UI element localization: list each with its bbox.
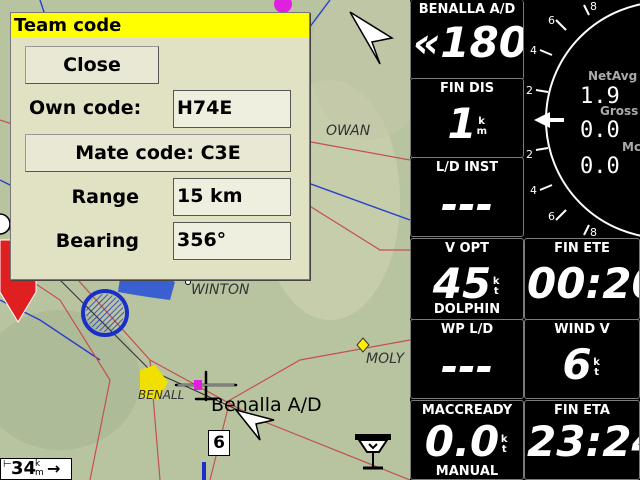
- infobox-v-opt-unit-bottom: t: [493, 285, 499, 297]
- vario-tick-4-top: 4: [530, 44, 537, 57]
- vario-tick-2-bottom: 2: [526, 148, 533, 161]
- infobox-fin-dis-unit: km: [476, 116, 488, 137]
- range-label: Range: [71, 186, 139, 208]
- scale-arrow-icon: →: [47, 459, 61, 478]
- infobox-wind-v[interactable]: WIND V 6kt: [524, 319, 640, 399]
- infobox-wp-ld-title: WP L/D: [440, 322, 494, 337]
- bearing-field: 356°: [173, 222, 291, 260]
- vario-tick-6-bottom: 6: [548, 210, 555, 223]
- dialog-title: Team code: [11, 13, 309, 38]
- vario-tick-2-top: 2: [526, 84, 533, 97]
- infobox-benalla-bearing[interactable]: BENALLA A/D «180°: [410, 0, 524, 80]
- infobox-panel: 6 4 2 2 4 6 8 8 NetAvg 1.9 Gross 0.0 Mc …: [410, 0, 640, 480]
- infobox-wind-v-value: 6: [562, 340, 592, 389]
- infobox-fin-eta-title: FIN ETA: [554, 403, 610, 418]
- infobox-fin-ete-title: FIN ETE: [554, 241, 610, 256]
- infobox-maccready-comment: MANUAL: [435, 464, 499, 479]
- infobox-v-opt-value: 45: [432, 259, 492, 308]
- infobox-wp-ld[interactable]: WP L/D ---: [410, 319, 524, 399]
- vario-gross-label: Gross: [600, 104, 639, 118]
- map-scale: ⊢ 34 k m →: [0, 458, 72, 480]
- infobox-maccready-value-wrap: 0.0 k t: [411, 421, 523, 463]
- infobox-fin-dis-title: FIN DIS: [439, 81, 495, 96]
- own-code-field[interactable]: H74E: [173, 90, 291, 128]
- close-button[interactable]: Close: [25, 46, 159, 84]
- infobox-fin-dis[interactable]: FIN DIS 1km: [410, 78, 524, 158]
- infobox-wind-v-title: WIND V: [554, 322, 610, 337]
- infobox-fin-ete[interactable]: FIN ETE 00:20: [524, 238, 640, 320]
- waypoint-label[interactable]: Benalla A/D: [211, 394, 322, 416]
- infobox-fin-dis-value: 1: [447, 99, 477, 148]
- infobox-wind-v-unit: kt: [592, 357, 602, 378]
- infobox-maccready-unit: kt: [499, 434, 509, 455]
- bearing-label: Bearing: [55, 230, 139, 252]
- infobox-benalla-value: «180°: [413, 18, 523, 67]
- infobox-fin-dis-value-wrap: 1km: [411, 103, 523, 145]
- team-code-dialog: Team code Close Own code: H74E Mate code…: [10, 12, 310, 280]
- waypoint-number-badge: 6: [208, 430, 230, 456]
- infobox-wind-v-value-wrap: 6kt: [525, 344, 639, 386]
- map-label-winton: WINTON: [191, 282, 250, 298]
- infobox-maccready[interactable]: MACCREADY 0.0 k t MANUAL: [410, 400, 524, 480]
- range-field: 15 km: [173, 178, 291, 216]
- scale-unit-bottom: m: [35, 468, 44, 478]
- vario-gross-value: 0.0: [580, 118, 620, 143]
- infobox-wp-ld-value: ---: [440, 342, 494, 391]
- infobox-v-opt[interactable]: V OPT 45 k t DOLPHIN: [410, 238, 524, 320]
- vario-gauge[interactable]: 6 4 2 2 4 6 8 8 NetAvg 1.9 Gross 0.0 Mc …: [524, 0, 640, 240]
- vario-tick-4-bottom: 4: [530, 184, 537, 197]
- map-label-benalla-small: BENALL: [138, 388, 185, 402]
- infobox-fin-dis-unit-bottom: m: [476, 125, 488, 137]
- infobox-v-opt-value-wrap: 45 k t: [411, 263, 523, 305]
- own-code-label: Own code:: [29, 97, 142, 119]
- infobox-wind-v-unit-bottom: t: [594, 366, 599, 378]
- map-label-moly: MOLY: [366, 351, 405, 367]
- infobox-maccready-unit-bottom: t: [501, 443, 507, 455]
- infobox-fin-eta-value: 23:24: [527, 417, 639, 466]
- infobox-benalla-title: BENALLA A/D: [418, 2, 516, 17]
- infobox-ld-inst-title: L/D INST: [435, 160, 499, 175]
- vario-mc-value: 0.0: [580, 154, 620, 179]
- infobox-fin-eta[interactable]: FIN ETA 23:24: [524, 400, 640, 480]
- vario-tick-8-top: 8: [590, 0, 597, 13]
- vario-mc-label: Mc: [622, 140, 640, 154]
- infobox-v-opt-title: V OPT: [444, 241, 490, 256]
- infobox-v-opt-unit: kt: [491, 276, 501, 297]
- map-label-owan: OWAN: [326, 123, 371, 139]
- infobox-fin-ete-value: 00:20: [527, 259, 639, 308]
- vario-netavg-label: NetAvg: [588, 69, 638, 83]
- infobox-ld-inst[interactable]: L/D INST ---: [410, 157, 524, 237]
- infobox-maccready-value: 0.0: [424, 417, 500, 466]
- infobox-maccready-title: MACCREADY: [421, 403, 513, 418]
- mate-code-button[interactable]: Mate code: C3E: [25, 134, 291, 172]
- vario-tick-6-top: 6: [548, 14, 555, 27]
- infobox-v-opt-comment: DOLPHIN: [433, 302, 501, 317]
- scale-value: 34: [11, 458, 37, 479]
- infobox-ld-inst-value: ---: [440, 180, 494, 229]
